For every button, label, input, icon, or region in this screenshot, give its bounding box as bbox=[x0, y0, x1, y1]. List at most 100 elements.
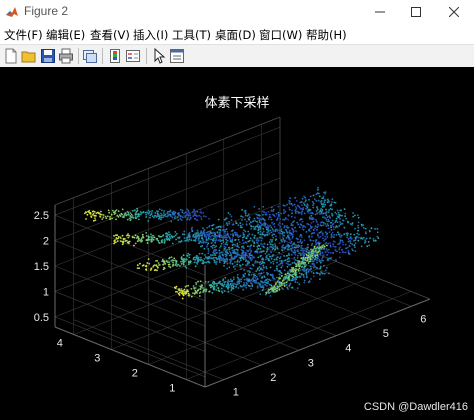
data-point bbox=[187, 284, 190, 287]
data-point bbox=[303, 268, 306, 271]
data-point bbox=[260, 254, 262, 257]
data-point bbox=[331, 231, 334, 234]
data-point bbox=[325, 248, 328, 250]
open-file-icon[interactable] bbox=[21, 48, 37, 64]
menu-file[interactable]: 文件(F) bbox=[4, 27, 43, 43]
data-point bbox=[175, 285, 178, 288]
data-point bbox=[323, 247, 325, 250]
data-point bbox=[263, 220, 266, 222]
data-point bbox=[151, 215, 154, 218]
data-point bbox=[245, 284, 247, 287]
data-point bbox=[282, 231, 285, 234]
data-point bbox=[280, 259, 283, 262]
data-point bbox=[287, 218, 289, 221]
data-point bbox=[188, 213, 191, 215]
data-point bbox=[224, 232, 227, 235]
data-point bbox=[287, 246, 290, 249]
data-point bbox=[207, 233, 210, 236]
data-point bbox=[212, 280, 215, 283]
data-point bbox=[285, 284, 288, 286]
data-point bbox=[139, 262, 141, 265]
data-point bbox=[280, 284, 283, 286]
data-point bbox=[272, 236, 275, 239]
new-figure-icon[interactable] bbox=[3, 48, 19, 64]
data-point bbox=[263, 224, 265, 227]
data-point bbox=[317, 234, 319, 237]
data-point bbox=[262, 205, 265, 208]
data-point bbox=[288, 199, 290, 202]
menu-view[interactable]: 查看(V) bbox=[90, 27, 130, 43]
data-point bbox=[227, 290, 230, 293]
data-point bbox=[181, 216, 184, 219]
data-point bbox=[137, 218, 140, 221]
axes-3d[interactable]: 1 2 3 4 5 6 1 2 3 4 0.5 1 1.5 2 2.5 bbox=[0, 67, 474, 420]
menu-edit[interactable]: 编辑(E) bbox=[46, 27, 85, 43]
data-point bbox=[288, 206, 291, 209]
data-point bbox=[199, 285, 202, 288]
data-point bbox=[299, 269, 302, 271]
data-point bbox=[279, 260, 281, 262]
data-point bbox=[101, 213, 103, 216]
data-point bbox=[164, 215, 167, 218]
save-icon[interactable] bbox=[40, 48, 56, 64]
data-point bbox=[326, 236, 329, 238]
data-point bbox=[177, 219, 180, 221]
pointer-icon[interactable] bbox=[151, 48, 167, 64]
data-point bbox=[296, 281, 299, 284]
print-icon[interactable] bbox=[58, 48, 74, 64]
data-point bbox=[347, 249, 350, 252]
data-point bbox=[345, 247, 347, 250]
menu-help[interactable]: 帮助(H) bbox=[306, 27, 347, 43]
data-point bbox=[161, 258, 164, 261]
data-point bbox=[300, 247, 303, 250]
data-point bbox=[273, 258, 276, 261]
data-point bbox=[348, 237, 350, 240]
property-editor-icon[interactable] bbox=[169, 48, 185, 64]
data-point bbox=[251, 240, 254, 242]
plot-area[interactable]: 1 2 3 4 5 6 1 2 3 4 0.5 1 1.5 2 2.5 bbox=[0, 67, 474, 420]
data-point bbox=[215, 234, 217, 237]
data-point bbox=[336, 221, 339, 224]
data-point bbox=[205, 241, 208, 244]
insert-colorbar-icon[interactable] bbox=[107, 48, 123, 64]
data-point bbox=[326, 198, 329, 201]
data-point bbox=[242, 232, 245, 234]
data-point bbox=[335, 220, 337, 222]
data-point bbox=[287, 257, 290, 260]
data-point bbox=[194, 214, 197, 217]
data-point bbox=[255, 281, 257, 283]
data-point bbox=[312, 260, 315, 263]
data-point bbox=[314, 213, 317, 216]
data-point bbox=[102, 216, 105, 219]
data-point bbox=[297, 211, 300, 213]
link-plot-icon[interactable] bbox=[82, 48, 98, 64]
data-point bbox=[310, 214, 313, 217]
insert-legend-icon[interactable] bbox=[125, 48, 141, 64]
data-point bbox=[285, 217, 288, 220]
data-point bbox=[252, 245, 255, 247]
data-point bbox=[127, 236, 130, 239]
data-point bbox=[188, 211, 190, 214]
menu-window[interactable]: 窗口(W) bbox=[259, 27, 302, 43]
data-point bbox=[199, 280, 202, 283]
close-button[interactable] bbox=[434, 0, 474, 24]
data-point bbox=[164, 232, 167, 235]
data-point bbox=[170, 256, 173, 258]
minimize-button[interactable] bbox=[360, 0, 400, 24]
data-point bbox=[230, 258, 232, 261]
maximize-button[interactable] bbox=[396, 0, 436, 24]
data-point bbox=[118, 214, 121, 216]
menu-desktop[interactable]: 桌面(D) bbox=[215, 27, 256, 43]
menu-tools[interactable]: 工具(T) bbox=[172, 27, 211, 43]
menu-insert[interactable]: 插入(I) bbox=[133, 27, 168, 43]
data-point bbox=[312, 202, 315, 205]
data-point bbox=[354, 238, 357, 241]
data-point bbox=[192, 258, 195, 261]
data-point bbox=[245, 260, 247, 263]
data-point bbox=[109, 215, 111, 218]
data-point bbox=[319, 265, 322, 268]
data-point bbox=[345, 217, 347, 220]
data-point bbox=[261, 262, 264, 265]
data-point bbox=[281, 223, 284, 225]
data-point bbox=[127, 212, 130, 214]
